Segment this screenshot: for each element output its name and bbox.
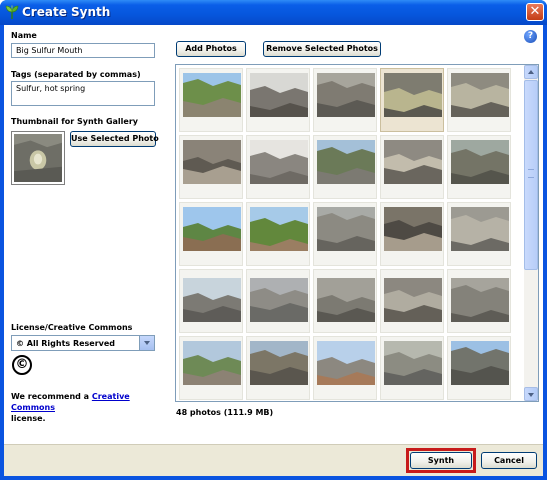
synth-button-highlight: [406, 448, 476, 473]
photo-thumbnail[interactable]: [313, 68, 377, 132]
gallery-scrollbar[interactable]: [524, 65, 538, 401]
scroll-down-icon[interactable]: [524, 387, 538, 401]
create-synth-window: Create Synth ✕ ? Name Big Sulfur Mouth T…: [0, 0, 547, 480]
photo-image: [183, 140, 241, 184]
photo-thumbnail[interactable]: [380, 135, 444, 199]
photo-thumbnail[interactable]: [246, 269, 310, 333]
photo-image: [183, 73, 241, 117]
photo-image: [451, 341, 509, 385]
photo-thumbnail[interactable]: [179, 68, 243, 132]
chevron-down-icon[interactable]: [139, 336, 154, 350]
photo-image: [250, 140, 308, 184]
photo-thumbnail[interactable]: [380, 202, 444, 266]
license-value: © All Rights Reserved: [16, 339, 116, 348]
tags-input[interactable]: Sulfur, hot spring: [11, 81, 155, 106]
photo-image: [250, 278, 308, 322]
photo-image: [317, 73, 375, 117]
photo-image: [384, 207, 442, 251]
title-bar[interactable]: Create Synth ✕: [0, 0, 547, 25]
photo-image: [317, 278, 375, 322]
photo-image: [451, 278, 509, 322]
dialog-body: ? Name Big Sulfur Mouth Tags (separated …: [4, 25, 543, 476]
photo-image: [317, 140, 375, 184]
photo-image: [317, 341, 375, 385]
photo-thumbnail[interactable]: [179, 269, 243, 333]
photo-image: [183, 278, 241, 322]
name-input[interactable]: Big Sulfur Mouth: [11, 43, 155, 58]
add-photos-button[interactable]: Add Photos: [176, 41, 246, 57]
photo-image: [384, 341, 442, 385]
photo-thumbnail[interactable]: [447, 135, 511, 199]
photo-image: [451, 207, 509, 251]
license-select[interactable]: © All Rights Reserved: [11, 335, 155, 351]
photo-thumbnail[interactable]: [313, 135, 377, 199]
photo-gallery[interactable]: [175, 64, 539, 402]
photo-image: [384, 140, 442, 184]
photo-thumbnail[interactable]: [313, 202, 377, 266]
close-icon[interactable]: ✕: [526, 3, 544, 21]
license-recommendation: We recommend a Creative Commons license.: [11, 391, 161, 424]
photo-thumbnail[interactable]: [246, 135, 310, 199]
photo-image: [183, 341, 241, 385]
photo-image: [384, 278, 442, 322]
window-title: Create Synth: [22, 5, 111, 19]
thumbnail-preview: [11, 131, 65, 185]
photo-thumbnail[interactable]: [246, 202, 310, 266]
photo-image: [250, 341, 308, 385]
remove-selected-photos-button[interactable]: Remove Selected Photos: [263, 41, 381, 57]
help-icon[interactable]: ?: [524, 30, 537, 43]
thumbnail-photo: [14, 134, 62, 182]
photo-thumbnail[interactable]: [380, 68, 444, 132]
recommend-suffix: license.: [11, 414, 46, 423]
photo-thumbnail[interactable]: [447, 68, 511, 132]
photo-thumbnail[interactable]: [313, 336, 377, 400]
photo-image: [250, 207, 308, 251]
photo-image: [183, 207, 241, 251]
license-label: License/Creative Commons: [11, 323, 133, 332]
photo-thumbnail[interactable]: [447, 269, 511, 333]
scroll-up-icon[interactable]: [524, 65, 538, 79]
photo-image: [384, 73, 442, 117]
photo-thumbnail[interactable]: [246, 336, 310, 400]
photo-image: [451, 140, 509, 184]
photo-image: [451, 73, 509, 117]
use-selected-photo-button[interactable]: Use Selected Photo: [70, 131, 159, 147]
photosynth-leaf-icon: [5, 5, 19, 19]
photo-count: 48 photos (111.9 MB): [176, 408, 274, 417]
photo-thumbnail[interactable]: [246, 68, 310, 132]
photo-image: [250, 73, 308, 117]
photo-thumbnail[interactable]: [380, 336, 444, 400]
photo-thumbnail[interactable]: [447, 202, 511, 266]
cancel-button[interactable]: Cancel: [481, 452, 537, 469]
photo-thumbnail[interactable]: [313, 269, 377, 333]
photo-thumbnail[interactable]: [179, 135, 243, 199]
thumbnail-label: Thumbnail for Synth Gallery: [11, 117, 138, 126]
copyright-icon: ©: [12, 355, 32, 375]
scroll-thumb[interactable]: [524, 80, 538, 270]
photo-thumbnail[interactable]: [179, 202, 243, 266]
photo-thumbnail[interactable]: [447, 336, 511, 400]
photo-thumbnail[interactable]: [179, 336, 243, 400]
name-label: Name: [11, 31, 37, 40]
tags-label: Tags (separated by commas): [11, 70, 141, 79]
photo-thumbnail[interactable]: [380, 269, 444, 333]
photo-image: [317, 207, 375, 251]
recommend-prefix: We recommend a: [11, 392, 92, 401]
